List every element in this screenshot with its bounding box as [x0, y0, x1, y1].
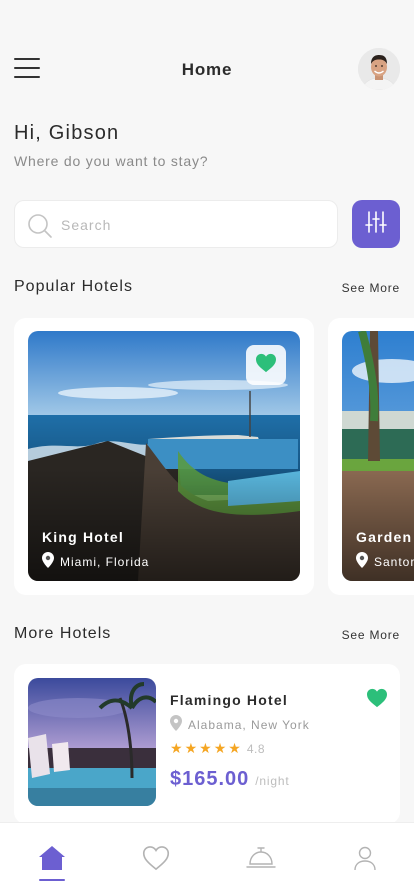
heart-filled-icon	[255, 353, 277, 378]
hotel-card[interactable]: Garden Santor	[328, 318, 414, 595]
star-rating: ★ ★ ★ ★ ★ 4.8	[170, 740, 265, 757]
page-title: Home	[181, 60, 233, 79]
app-header: Home	[0, 48, 414, 92]
search-icon	[27, 213, 53, 244]
star-icon: ★	[199, 740, 212, 756]
star-icon: ★	[213, 740, 227, 756]
search-input[interactable]	[61, 213, 321, 237]
price-amount: $165.00	[170, 768, 250, 790]
bottom-tab-bar	[0, 822, 414, 896]
profile-icon	[352, 845, 378, 876]
heart-icon	[142, 845, 170, 876]
popular-see-more-link[interactable]: See More	[342, 281, 400, 295]
hotel-location-text: Santor	[374, 554, 414, 569]
tab-profile[interactable]	[350, 845, 380, 881]
search-box[interactable]	[14, 200, 338, 248]
hotel-location: Miami, Florida	[42, 552, 149, 571]
tab-services[interactable]	[246, 845, 276, 881]
hotel-location-text: Alabama, New York	[188, 717, 310, 732]
heart-filled-icon	[366, 688, 388, 712]
service-bell-icon	[246, 845, 276, 876]
hotel-location: Alabama, New York	[170, 715, 310, 734]
hotel-name: Garden	[356, 529, 413, 545]
hotel-location-text: Miami, Florida	[60, 554, 150, 569]
favorite-button[interactable]	[246, 345, 286, 385]
hotel-name: Flamingo Hotel	[170, 692, 288, 708]
star-icon: ★	[170, 740, 183, 756]
location-pin-icon	[356, 552, 368, 571]
location-pin-icon	[42, 552, 54, 571]
hotel-name: King Hotel	[42, 529, 124, 545]
hotel-price: $165.00 /night	[170, 768, 289, 791]
filter-button[interactable]	[352, 200, 400, 248]
hotel-card[interactable]: King Hotel Miami, Florida	[14, 318, 314, 595]
location-pin-icon	[170, 715, 182, 734]
more-see-more-link[interactable]: See More	[342, 628, 400, 642]
sliders-icon	[364, 210, 388, 239]
favorite-button[interactable]	[366, 688, 388, 713]
more-hotels-title: More Hotels	[14, 625, 112, 642]
star-icon: ★	[228, 740, 241, 756]
star-icon: ★	[184, 740, 198, 756]
home-icon	[38, 845, 66, 876]
popular-hotels-title: Popular Hotels	[14, 278, 133, 295]
greeting-title: Hi, Gibson	[14, 122, 120, 144]
rating-value: 4.8	[246, 741, 265, 756]
active-tab-indicator	[39, 879, 65, 881]
hotel-location: Santor	[356, 552, 414, 571]
greeting-subtitle: Where do you want to stay?	[14, 153, 209, 169]
hotel-thumbnail	[28, 678, 156, 806]
price-unit: /night	[255, 774, 290, 788]
tab-favorites[interactable]	[141, 845, 171, 881]
hotel-list-item[interactable]: Flamingo Hotel Alabama, New York ★ ★ ★ ★…	[14, 664, 400, 824]
tab-home[interactable]	[37, 845, 67, 881]
avatar[interactable]	[358, 48, 400, 90]
